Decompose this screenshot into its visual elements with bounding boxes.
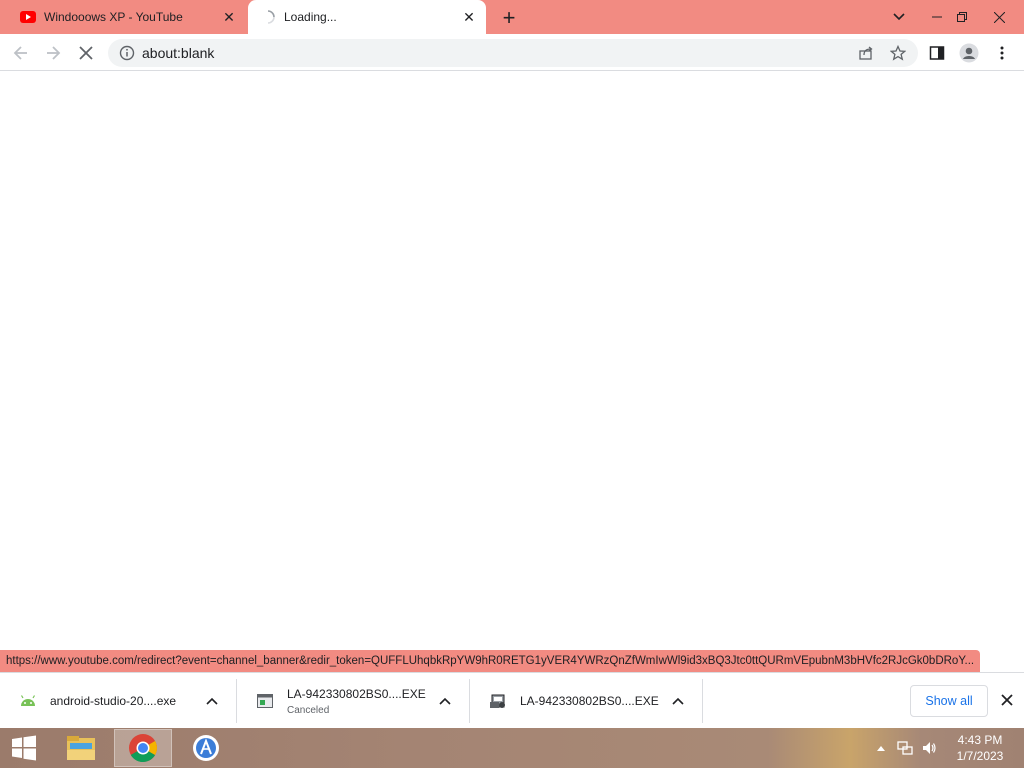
chrome-icon[interactable] — [114, 729, 172, 767]
setup-icon — [488, 691, 508, 711]
chevron-up-icon[interactable] — [433, 689, 457, 713]
android-studio-icon[interactable] — [180, 729, 232, 767]
clock-date: 1/7/2023 — [956, 749, 1004, 763]
download-item[interactable]: LA-942330802BS0....EXE Canceled — [237, 679, 470, 723]
address-text: about:blank — [142, 45, 215, 61]
stop-icon[interactable] — [72, 39, 100, 67]
network-icon[interactable] — [894, 728, 916, 768]
tab-title: Windooows XP - YouTube — [44, 10, 183, 24]
clock-time: 4:43 PM — [957, 733, 1003, 747]
download-item[interactable]: android-studio-20....exe — [0, 679, 237, 723]
back-icon[interactable] — [7, 39, 35, 67]
file-explorer-icon[interactable] — [57, 729, 105, 767]
profile-icon[interactable] — [955, 39, 983, 67]
tray-expand-icon[interactable] — [874, 728, 888, 768]
download-shelf: android-studio-20....exe LA-942330802BS0… — [0, 672, 1024, 728]
page-content — [0, 71, 1024, 672]
info-icon[interactable] — [118, 44, 136, 62]
browser-toolbar: about:blank — [0, 34, 1024, 71]
show-all-button[interactable]: Show all — [910, 685, 988, 717]
start-icon[interactable] — [2, 729, 46, 767]
chevron-up-icon[interactable] — [200, 689, 224, 713]
address-bar[interactable]: about:blank — [108, 39, 918, 67]
download-item[interactable]: LA-942330802BS0....EXE — [470, 679, 703, 723]
tab-search-icon[interactable] — [882, 0, 916, 34]
download-filename: android-studio-20....exe — [50, 694, 177, 708]
download-status: Canceled — [287, 704, 330, 716]
download-filename: LA-942330802BS0....EXE — [287, 686, 426, 701]
download-filename: LA-942330802BS0....EXE — [520, 694, 659, 708]
installer-icon — [255, 691, 275, 711]
new-tab-button[interactable]: + — [498, 7, 520, 29]
chevron-up-icon[interactable] — [666, 689, 690, 713]
close-window-icon[interactable] — [982, 0, 1016, 34]
side-panel-icon[interactable] — [923, 39, 951, 67]
close-icon[interactable]: ✕ — [220, 8, 238, 26]
share-icon[interactable] — [852, 39, 880, 67]
bookmark-star-icon[interactable] — [884, 39, 912, 67]
android-icon — [18, 691, 38, 711]
close-icon[interactable]: ✕ — [460, 8, 478, 26]
forward-icon[interactable] — [39, 39, 67, 67]
restore-icon[interactable] — [945, 0, 979, 34]
tab-title: Loading... — [284, 10, 337, 24]
link-status-bar: https://www.youtube.com/redirect?event=c… — [0, 650, 981, 672]
volume-icon[interactable] — [918, 728, 940, 768]
tab-strip: Windooows XP - YouTube ✕ Loading... ✕ + — [0, 0, 1024, 34]
taskbar: 4:43 PM 1/7/2023 — [0, 728, 1024, 768]
close-icon[interactable] — [996, 689, 1018, 711]
menu-icon[interactable] — [988, 39, 1016, 67]
tab-youtube[interactable]: Windooows XP - YouTube ✕ — [8, 0, 246, 34]
system-clock[interactable]: 4:43 PM 1/7/2023 — [948, 732, 1012, 764]
youtube-icon — [20, 9, 36, 25]
tab-loading[interactable]: Loading... ✕ — [248, 0, 486, 34]
loading-spinner-icon — [260, 9, 276, 25]
